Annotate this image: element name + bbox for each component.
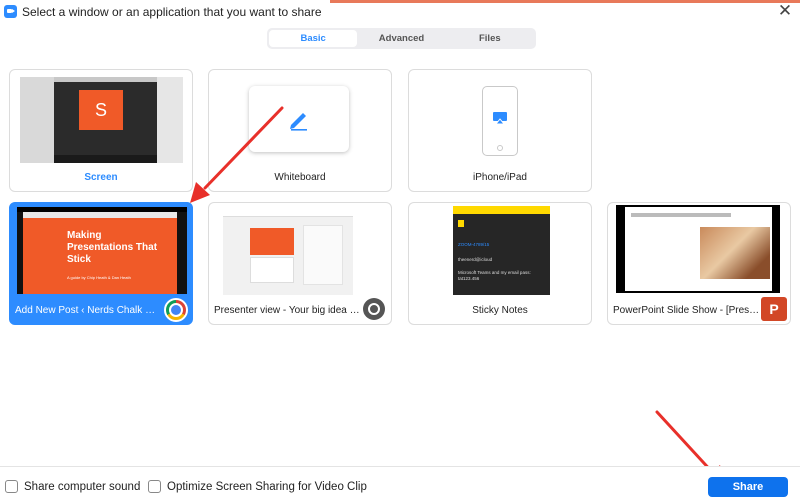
thumb-avatar-tile: S <box>79 90 123 130</box>
phone-icon <box>482 86 518 156</box>
thumb-meeting-toolbar <box>54 155 157 163</box>
share-tile-whiteboard[interactable]: Whiteboard <box>208 69 392 192</box>
slide-preview <box>625 207 772 291</box>
screen-thumbnail: S <box>20 77 183 163</box>
globe-icon <box>363 298 385 320</box>
optimize-video-checkbox[interactable]: Optimize Screen Sharing for Video Clip <box>148 480 367 493</box>
sticky-notes-thumbnail: ZOOM-4789/15 theenerd@icloud Microsoft T… <box>453 206 550 295</box>
share-button[interactable]: Share <box>708 477 788 497</box>
close-icon[interactable]: ✕ <box>776 1 794 21</box>
pen-icon <box>290 113 307 131</box>
share-screen-dialog: Select a window or an application that y… <box>0 0 800 500</box>
tab-advanced[interactable]: Advanced <box>357 30 445 47</box>
share-sound-checkbox[interactable]: Share computer sound <box>5 480 140 493</box>
thumb-right-panel <box>157 77 183 163</box>
home-button <box>497 145 503 151</box>
note-line: Microsoft Teams and my email pass: tat12… <box>458 270 531 281</box>
chrome-window-thumbnail: Making Presentations That Stick A guide … <box>17 207 187 294</box>
share-tile-sticky-notes[interactable]: ZOOM-4789/15 theenerd@icloud Microsoft T… <box>408 202 592 325</box>
next-slide <box>250 257 294 283</box>
share-tile-powerpoint[interactable]: PowerPoint Slide Show - [Present... P <box>607 202 791 325</box>
powerpoint-icon: P <box>761 297 787 321</box>
footer: Share computer sound Optimize Screen Sha… <box>0 466 800 500</box>
tile-label: Add New Post ‹ Nerds Chalk — ... <box>15 305 166 316</box>
current-slide <box>250 228 294 255</box>
airplay-icon <box>493 112 507 125</box>
tile-label: Screen <box>84 172 118 183</box>
share-tile-chrome-window[interactable]: Making Presentations That Stick A guide … <box>9 202 193 325</box>
thumb-left-panel <box>20 77 54 163</box>
share-tile-iphone-ipad[interactable]: iPhone/iPad <box>408 69 592 192</box>
tab-files[interactable]: Files <box>446 30 534 47</box>
window-title: Select a window or an application that y… <box>22 5 322 19</box>
thumb-side <box>177 212 187 294</box>
slide-subtitle: A guide by Chip Heath & Dan Heath <box>67 275 131 280</box>
tile-label: iPhone/iPad <box>473 172 527 183</box>
note-line: theenerd@icloud <box>458 257 493 262</box>
tab-basic[interactable]: Basic <box>269 30 358 47</box>
note-header <box>453 206 550 214</box>
whiteboard-thumbnail <box>249 86 349 152</box>
thumb-header <box>223 207 353 217</box>
chrome-icon <box>164 298 188 322</box>
speaker-notes <box>303 225 343 285</box>
slide-preview: Making Presentations That Stick A guide … <box>23 212 177 294</box>
share-tile-presenter-view[interactable]: Presenter view - Your big idea - G... <box>208 202 392 325</box>
title-bar: Select a window or an application that y… <box>0 0 800 24</box>
note-line: ZOOM-4789/15 <box>458 242 490 247</box>
tile-label: Presenter view - Your big idea - G... <box>214 305 365 316</box>
slide-text <box>631 213 731 217</box>
share-sound-label: Share computer sound <box>24 480 141 493</box>
optimize-label: Optimize Screen Sharing for Video Clip <box>167 480 367 493</box>
browser-bar <box>23 212 177 218</box>
powerpoint-thumbnail <box>616 205 780 293</box>
tile-label: Whiteboard <box>274 172 326 183</box>
zoom-app-icon <box>4 5 17 18</box>
tile-label: Sticky Notes <box>472 305 528 316</box>
slide-image <box>700 227 770 279</box>
note-tag <box>458 220 464 227</box>
share-tile-screen[interactable]: S Screen <box>9 69 193 192</box>
presenter-view-thumbnail <box>223 207 353 295</box>
checkbox-box[interactable] <box>5 480 18 493</box>
slide-title: Making Presentations That Stick <box>67 230 158 265</box>
share-tabs: Basic Advanced Files <box>267 28 536 49</box>
checkbox-box[interactable] <box>148 480 161 493</box>
tile-label: PowerPoint Slide Show - [Present... <box>613 305 764 316</box>
title-bar-accent <box>330 0 800 3</box>
